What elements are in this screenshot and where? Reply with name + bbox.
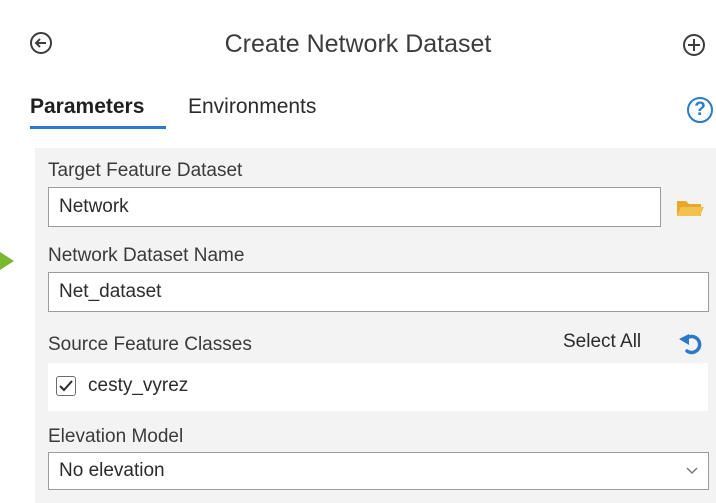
source-feature-classes-label: Source Feature Classes	[48, 334, 252, 355]
list-item: cesty_vyrez	[48, 363, 708, 411]
network-dataset-name-field[interactable]: Net_dataset	[48, 272, 709, 312]
add-icon	[688, 39, 700, 51]
folder-icon	[677, 201, 704, 216]
source-class-checkbox[interactable]	[56, 376, 76, 396]
target-feature-dataset-label: Target Feature Dataset	[48, 160, 243, 181]
undo-icon	[679, 334, 702, 355]
select-all-link[interactable]: Select All	[563, 331, 641, 353]
add-button[interactable]	[683, 34, 705, 56]
elevation-model-label: Elevation Model	[48, 426, 184, 447]
chevron-down-icon	[686, 467, 698, 475]
target-feature-dataset-field[interactable]: Network	[48, 187, 661, 227]
checkmark-icon	[59, 380, 73, 392]
browse-folder-button[interactable]	[675, 196, 705, 220]
tab-environments[interactable]: Environments	[188, 95, 316, 119]
elevation-model-select[interactable]: No elevation	[48, 452, 709, 490]
active-tab-underline	[30, 126, 166, 129]
reset-button[interactable]	[677, 330, 705, 358]
tab-parameters[interactable]: Parameters	[30, 95, 144, 119]
network-dataset-name-label: Network Dataset Name	[48, 245, 245, 266]
elevation-model-value: No elevation	[59, 460, 165, 481]
page-title: Create Network Dataset	[224, 30, 492, 58]
source-class-label: cesty_vyrez	[88, 375, 189, 396]
marker-arrow-icon	[0, 252, 14, 270]
help-icon[interactable]: ?	[687, 97, 713, 123]
